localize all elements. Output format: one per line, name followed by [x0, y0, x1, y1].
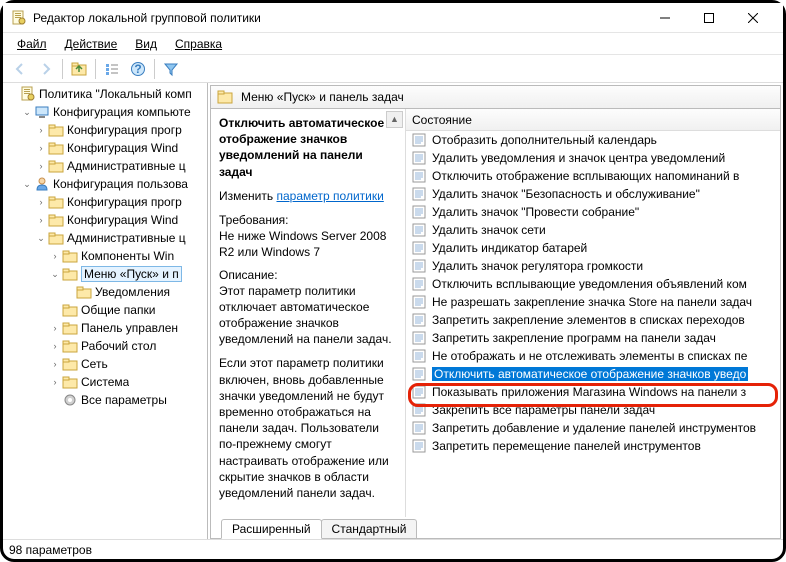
tree-pane[interactable]: Политика "Локальный комп⌄Конфигурация ко… — [3, 83, 208, 539]
menu-help[interactable]: Справка — [167, 35, 230, 53]
policy-item-icon — [412, 295, 428, 309]
list-item[interactable]: Не разрешать закрепление значка Store на… — [406, 293, 780, 311]
policy-item-icon — [412, 313, 428, 327]
tab-extended[interactable]: Расширенный — [221, 519, 322, 539]
statusbar: 98 параметров — [3, 539, 783, 559]
policy-item-icon — [412, 349, 428, 363]
edit-policy-link[interactable]: параметр политики — [276, 189, 383, 203]
scroll-up-button[interactable]: ▲ — [386, 111, 403, 128]
detail-title: Отключить автоматическое отображение зна… — [219, 115, 397, 180]
tree-item[interactable]: ›Конфигурация Wind — [3, 211, 207, 229]
tabs: Расширенный Стандартный — [210, 517, 781, 539]
toolbar-forward-button[interactable] — [34, 57, 58, 81]
tree-item[interactable]: ›Сеть — [3, 355, 207, 373]
status-text: 98 параметров — [9, 543, 92, 557]
breadcrumb-text: Меню «Пуск» и панель задач — [241, 90, 404, 104]
tree-item[interactable]: ›Компоненты Win — [3, 247, 207, 265]
toolbar-help-icon[interactable]: ? — [126, 57, 150, 81]
list-pane[interactable]: Состояние Отобразить дополнительный кале… — [406, 109, 780, 517]
list-column-header[interactable]: Состояние — [406, 109, 780, 131]
list-item[interactable]: Запретить закрепление элементов в списка… — [406, 311, 780, 329]
app-icon — [11, 10, 27, 26]
list-item[interactable]: Запретить добавление и удаление панелей … — [406, 419, 780, 437]
tree-item[interactable]: ›Конфигурация Wind — [3, 139, 207, 157]
policy-item-icon — [412, 205, 428, 219]
menu-action[interactable]: Действие — [57, 35, 126, 53]
list-item[interactable]: Удалить индикатор батарей — [406, 239, 780, 257]
list-item[interactable]: Не отображать и не отслеживать элементы … — [406, 347, 780, 365]
tree-item[interactable]: Политика "Локальный комп — [3, 85, 207, 103]
list-item[interactable]: Отобразить дополнительный календарь — [406, 131, 780, 149]
menu-file[interactable]: Файл — [9, 35, 55, 53]
tree-item[interactable]: ›Конфигурация прогр — [3, 193, 207, 211]
list-item[interactable]: Отключить отображение всплывающих напоми… — [406, 167, 780, 185]
maximize-button[interactable] — [687, 3, 731, 33]
policy-item-icon — [412, 187, 428, 201]
policy-item-icon — [412, 367, 428, 381]
window-title: Редактор локальной групповой политики — [33, 11, 643, 25]
policy-item-icon — [412, 421, 428, 435]
list-item[interactable]: Закрепить все параметры панели задач — [406, 401, 780, 419]
policy-item-icon — [412, 385, 428, 399]
svg-text:?: ? — [134, 62, 141, 76]
tree-item[interactable]: ›Конфигурация прогр — [3, 121, 207, 139]
policy-item-icon — [412, 241, 428, 255]
breadcrumb: Меню «Пуск» и панель задач — [210, 85, 781, 109]
toolbar-back-button[interactable] — [8, 57, 32, 81]
policy-item-icon — [412, 259, 428, 273]
list-item[interactable]: Показывать приложения Магазина Windows н… — [406, 383, 780, 401]
toolbar-up-button[interactable] — [67, 57, 91, 81]
tab-standard[interactable]: Стандартный — [321, 519, 418, 538]
minimize-button[interactable] — [643, 3, 687, 33]
policy-item-icon — [412, 403, 428, 417]
tree-item[interactable]: ⌄Меню «Пуск» и п — [3, 265, 207, 283]
tree-item[interactable]: ›Панель управлен — [3, 319, 207, 337]
tree-item[interactable]: Общие папки — [3, 301, 207, 319]
policy-item-icon — [412, 331, 428, 345]
tree-item[interactable]: ›Рабочий стол — [3, 337, 207, 355]
tree-item[interactable]: ⌄Конфигурация пользова — [3, 175, 207, 193]
list-item[interactable]: Отключить всплывающие уведомления объявл… — [406, 275, 780, 293]
list-item[interactable]: Удалить значок "Провести собрание" — [406, 203, 780, 221]
policy-item-icon — [412, 223, 428, 237]
policy-item-icon — [412, 439, 428, 453]
policy-item-icon — [412, 277, 428, 291]
detail-pane: ▲ Отключить автоматическое отображение з… — [211, 109, 406, 517]
policy-item-icon — [412, 133, 428, 147]
tree-item[interactable]: Уведомления — [3, 283, 207, 301]
menubar: Файл Действие Вид Справка — [3, 33, 783, 55]
folder-icon — [217, 89, 233, 105]
toolbar-filter-icon[interactable] — [159, 57, 183, 81]
list-item[interactable]: Удалить значок "Безопасность и обслужива… — [406, 185, 780, 203]
list-item[interactable]: Удалить уведомления и значок центра увед… — [406, 149, 780, 167]
titlebar: Редактор локальной групповой политики — [3, 3, 783, 33]
list-item[interactable]: Запретить закрепление программ на панели… — [406, 329, 780, 347]
policy-item-icon — [412, 151, 428, 165]
toolbar-list-icon[interactable] — [100, 57, 124, 81]
tree-item[interactable]: ›Система — [3, 373, 207, 391]
toolbar: ? — [3, 55, 783, 83]
tree-item[interactable]: ⌄Конфигурация компьюте — [3, 103, 207, 121]
list-item[interactable]: Удалить значок регулятора громкости — [406, 257, 780, 275]
list-item[interactable]: Отключить автоматическое отображение зна… — [406, 365, 780, 383]
menu-view[interactable]: Вид — [127, 35, 165, 53]
close-button[interactable] — [731, 3, 775, 33]
list-item[interactable]: Запретить перемещение панелей инструмент… — [406, 437, 780, 455]
tree-item[interactable]: ›Административные ц — [3, 157, 207, 175]
policy-item-icon — [412, 169, 428, 183]
tree-item[interactable]: Все параметры — [3, 391, 207, 409]
tree-item[interactable]: ⌄Административные ц — [3, 229, 207, 247]
list-item[interactable]: Удалить значок сети — [406, 221, 780, 239]
